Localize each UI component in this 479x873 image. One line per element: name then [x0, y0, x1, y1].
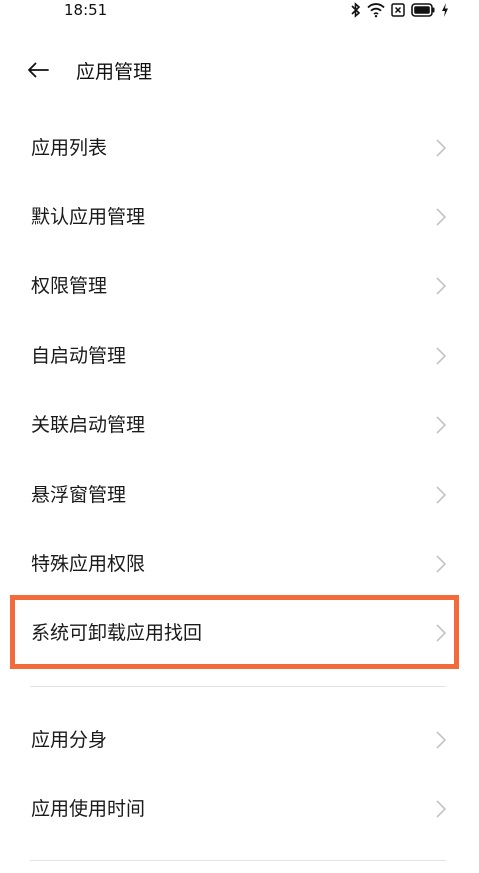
menu-item-recover-system-apps[interactable]: 系统可卸载应用找回	[0, 599, 479, 668]
menu-item-label: 关联启动管理	[31, 414, 146, 437]
header: 应用管理	[0, 48, 479, 96]
menu-item-floating-window[interactable]: 悬浮窗管理	[0, 460, 479, 529]
chevron-right-icon	[435, 276, 447, 296]
menu-item-associated-start[interactable]: 关联启动管理	[0, 391, 479, 460]
chevron-right-icon	[435, 138, 447, 158]
menu-item-label: 应用列表	[31, 136, 108, 159]
arrow-left-icon	[27, 62, 49, 82]
chevron-right-icon	[435, 623, 447, 643]
menu-item-label: 自启动管理	[31, 344, 127, 367]
menu-item-app-list[interactable]: 应用列表	[0, 113, 479, 182]
menu-item-default-apps[interactable]: 默认应用管理	[0, 182, 479, 251]
chevron-right-icon	[435, 415, 447, 435]
menu-item-label: 特殊应用权限	[31, 553, 146, 576]
charging-icon	[441, 3, 449, 17]
section-divider	[30, 686, 446, 687]
battery-icon	[411, 3, 435, 17]
menu-item-permissions[interactable]: 权限管理	[0, 252, 479, 321]
status-time: 18:51	[64, 1, 108, 19]
chevron-right-icon	[435, 799, 447, 819]
bluetooth-icon	[351, 2, 361, 18]
menu-item-label: 权限管理	[31, 275, 108, 298]
back-button[interactable]	[22, 58, 54, 86]
status-icons	[351, 2, 449, 18]
chevron-right-icon	[435, 730, 447, 750]
menu-item-label: 应用使用时间	[31, 798, 146, 821]
chevron-right-icon	[435, 554, 447, 574]
chevron-right-icon	[435, 207, 447, 227]
page-title: 应用管理	[76, 61, 153, 83]
menu-item-autostart[interactable]: 自启动管理	[0, 321, 479, 390]
menu-item-special-permissions[interactable]: 特殊应用权限	[0, 529, 479, 598]
menu-item-label: 悬浮窗管理	[31, 483, 127, 506]
bottom-divider	[30, 860, 446, 861]
menu-item-label: 默认应用管理	[31, 206, 146, 229]
status-bar: 18:51	[0, 0, 479, 24]
chevron-right-icon	[435, 485, 447, 505]
menu-item-app-usage-time[interactable]: 应用使用时间	[0, 774, 479, 843]
menu-item-label: 应用分身	[31, 728, 108, 751]
app-management-menu: 应用列表 默认应用管理 权限管理 自启动管理 关联启动管理 悬浮窗管理 特殊应用…	[0, 113, 479, 668]
wifi-icon	[367, 2, 385, 18]
chevron-right-icon	[435, 346, 447, 366]
sim-off-icon	[391, 2, 405, 18]
menu-item-label: 系统可卸载应用找回	[31, 622, 203, 645]
menu-item-app-clone[interactable]: 应用分身	[0, 705, 479, 774]
app-extra-menu: 应用分身 应用使用时间	[0, 705, 479, 844]
